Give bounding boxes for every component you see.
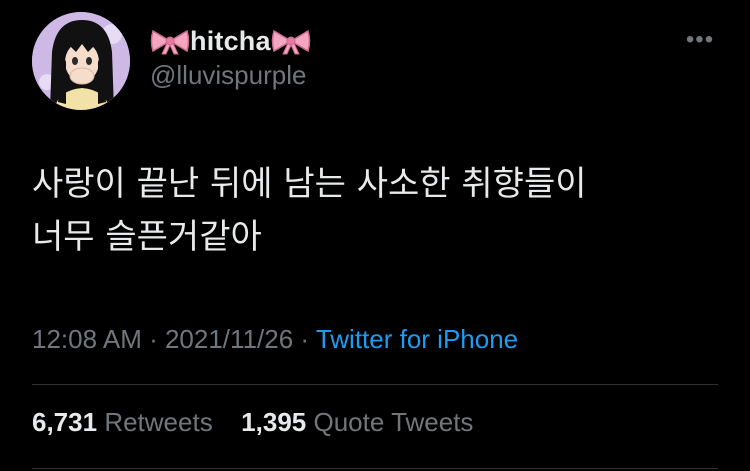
meta-separator: · — [293, 324, 316, 354]
meta-separator: · — [141, 324, 165, 354]
tweet-date[interactable]: 2021/11/26 — [165, 324, 293, 354]
retweets-label: Retweets — [104, 407, 213, 437]
tweet-text-line: 사랑이 끝난 뒤에 남는 사소한 취향들이 — [32, 164, 587, 204]
avatar[interactable] — [32, 12, 130, 110]
author-name-row[interactable]: hitcha — [150, 22, 311, 60]
ribbon-icon — [150, 29, 190, 55]
ribbon-icon — [271, 29, 310, 55]
tweet-text-line: 너무 슬픈거같아 — [32, 217, 262, 257]
more-options-icon[interactable]: ••• — [676, 28, 724, 52]
tweet-source-link[interactable]: Twitter for iPhone — [316, 324, 518, 354]
quote-tweets-count: 1,395 — [241, 407, 307, 437]
retweets-stat[interactable]: 6,731 Retweets — [32, 407, 220, 437]
avatar-image — [32, 12, 130, 110]
tweet-meta: 12:08 AM · 2021/11/26 · Twitter for iPho… — [32, 324, 518, 355]
retweets-count: 6,731 — [32, 407, 98, 437]
divider — [32, 384, 718, 385]
author-handle[interactable]: @lluvispurple — [150, 60, 306, 91]
author-display-name[interactable]: hitcha — [190, 26, 271, 57]
tweet-stats: 6,731 Retweets 1,395 Quote Tweets — [32, 407, 473, 438]
quote-tweets-stat[interactable]: 1,395 Quote Tweets — [241, 407, 473, 437]
quote-tweets-label: Quote Tweets — [313, 407, 474, 437]
tweet-text: 사랑이 끝난 뒤에 남는 사소한 취향들이 너무 슬픈거같아 — [32, 158, 722, 264]
tweet-time[interactable]: 12:08 AM — [32, 324, 142, 354]
divider — [32, 468, 718, 469]
